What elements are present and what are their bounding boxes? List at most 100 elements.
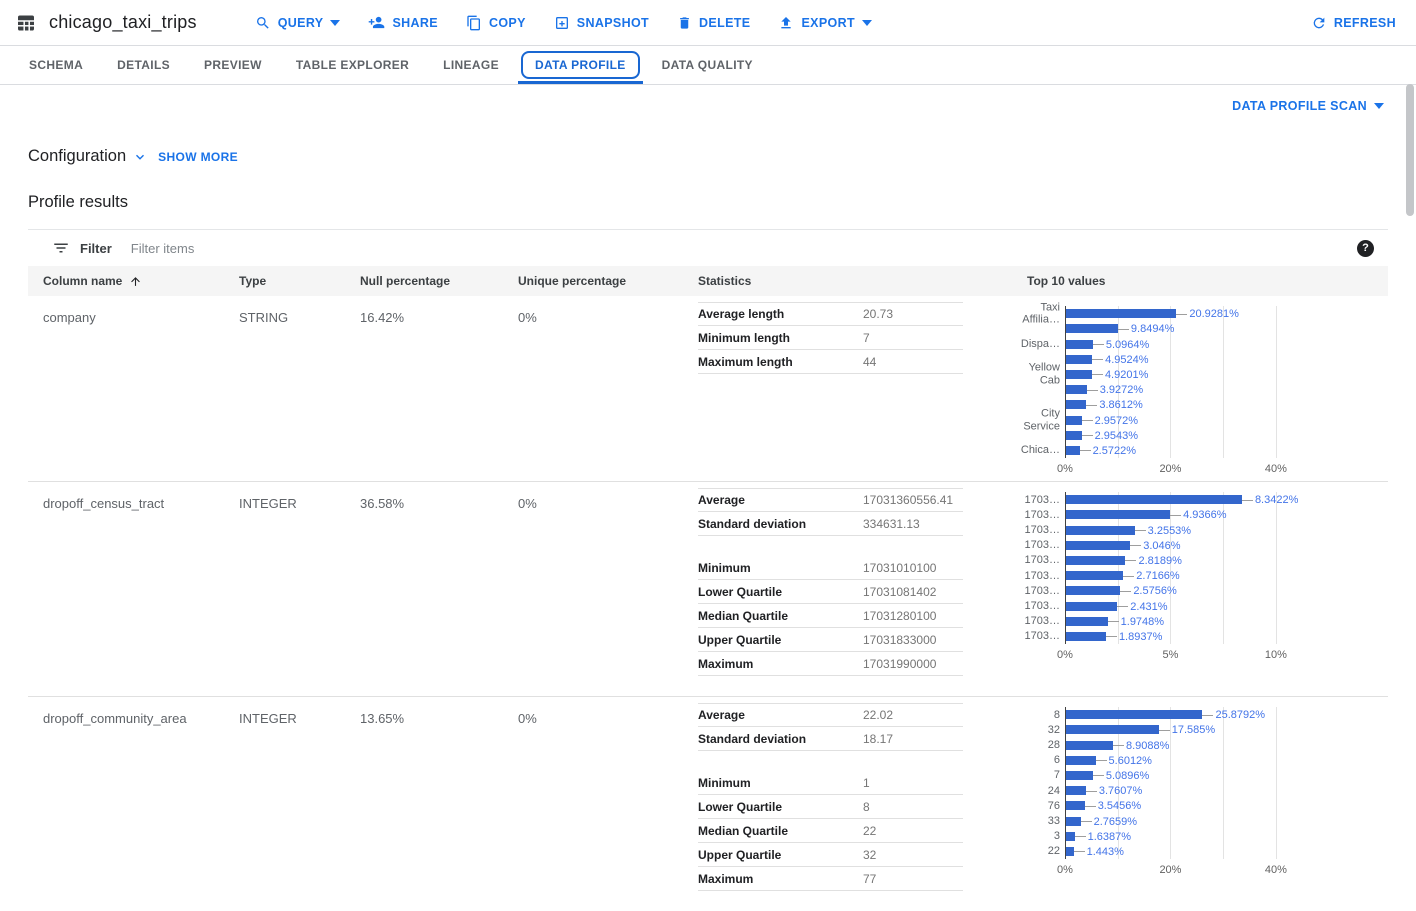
copy-label: COPY xyxy=(489,16,526,30)
stat-label: Lower Quartile xyxy=(698,585,863,599)
snapshot-button[interactable]: SNAPSHOT xyxy=(540,7,663,39)
tab-data-quality[interactable]: DATA QUALITY xyxy=(645,46,770,84)
column-header-column-name[interactable]: Column name xyxy=(43,274,239,288)
statistics-group: Minimum1Lower Quartile8Median Quartile22… xyxy=(698,771,963,891)
chart-bar xyxy=(1066,385,1087,394)
filter-input[interactable] xyxy=(129,240,1357,257)
caret-down-icon xyxy=(1374,103,1384,109)
vertical-scrollbar[interactable] xyxy=(1406,84,1414,216)
chart-value-leader-line xyxy=(1086,405,1097,406)
chart-value-label: 8.3422% xyxy=(1255,494,1298,506)
table-icon xyxy=(16,13,36,33)
chart-category-label: 24 xyxy=(1048,784,1060,797)
chart-category-label: Dispa… xyxy=(1021,338,1060,351)
chart-category-label: 1703… xyxy=(1025,585,1060,598)
stat-label: Minimum xyxy=(698,561,863,575)
sort-ascending-icon xyxy=(129,275,142,288)
stat-value: 32 xyxy=(863,848,876,862)
chart-bar xyxy=(1066,400,1086,409)
caret-down-icon xyxy=(862,20,872,26)
chart-bar xyxy=(1066,324,1118,333)
chart-axis-tick-label: 10% xyxy=(1265,649,1287,661)
export-button[interactable]: EXPORT xyxy=(764,7,886,39)
chart-bar xyxy=(1066,817,1081,826)
chart-value-label: 2.5722% xyxy=(1093,445,1136,457)
tab-schema[interactable]: SCHEMA xyxy=(12,46,100,84)
tab-details[interactable]: DETAILS xyxy=(100,46,187,84)
chart-value-leader-line xyxy=(1159,730,1170,731)
column-header-label: Null percentage xyxy=(360,274,450,288)
column-header-type: Type xyxy=(239,274,360,288)
tab-lineage[interactable]: LINEAGE xyxy=(426,46,516,84)
chart-value-label: 25.8792% xyxy=(1215,709,1265,721)
tab-table-explorer[interactable]: TABLE EXPLORER xyxy=(279,46,426,84)
tab-label: DATA QUALITY xyxy=(662,58,753,72)
share-button[interactable]: SHARE xyxy=(354,6,452,39)
export-icon xyxy=(778,15,794,31)
chart-value-leader-line xyxy=(1170,515,1181,516)
tab-label: PREVIEW xyxy=(204,58,262,72)
chart-plot-area: 25.8792%17.585%8.9088%5.6012%5.0896%3.76… xyxy=(1065,707,1297,859)
chart-value-leader-line xyxy=(1092,374,1103,375)
chart-value-leader-line xyxy=(1130,545,1141,546)
cell-column-name: dropoff_census_tract xyxy=(43,482,239,696)
chart-axis-tick-label: 40% xyxy=(1265,864,1287,876)
chart-value-label: 3.046% xyxy=(1143,540,1180,552)
chart-category-label: 1703… xyxy=(1025,630,1060,643)
title-group: chicago_taxi_trips xyxy=(16,12,197,33)
stat-row: Maximum length44 xyxy=(698,350,963,374)
tab-data-profile[interactable]: DATA PROFILE xyxy=(516,46,645,84)
refresh-button[interactable]: REFRESH xyxy=(1297,7,1400,39)
chart-bar xyxy=(1066,370,1092,379)
table-row: dropoff_census_tractINTEGER36.58%0%Avera… xyxy=(28,482,1388,697)
chart-gridline xyxy=(1276,306,1277,458)
chart-category-label: 22 xyxy=(1048,845,1060,858)
delete-label: DELETE xyxy=(699,16,750,30)
chart-value-label: 2.7166% xyxy=(1136,570,1179,582)
statistics-group: Average22.02Standard deviation18.17 xyxy=(698,703,963,751)
chart-bar xyxy=(1066,710,1202,719)
chart-value-leader-line xyxy=(1106,636,1117,637)
query-button[interactable]: QUERY xyxy=(241,7,355,39)
stat-value: 1 xyxy=(863,776,870,790)
stat-row: Maximum17031990000 xyxy=(698,652,963,676)
chart-category-label: 1703… xyxy=(1025,509,1060,522)
chevron-down-icon[interactable] xyxy=(133,150,147,164)
chart-bar xyxy=(1066,602,1117,611)
copy-button[interactable]: COPY xyxy=(452,7,540,39)
search-icon xyxy=(255,15,271,31)
statistics-group: Average17031360556.41Standard deviation3… xyxy=(698,488,963,536)
chart-value-label: 2.7659% xyxy=(1094,816,1137,828)
chart-x-axis: 0%20%40% xyxy=(1065,864,1297,880)
chart-value-label: 17.585% xyxy=(1172,724,1215,736)
chart-value-label: 3.9272% xyxy=(1100,384,1143,396)
help-icon[interactable]: ? xyxy=(1357,240,1374,257)
stat-row: Minimum length7 xyxy=(698,326,963,350)
chart-bar xyxy=(1066,340,1093,349)
chart-axis-tick-label: 5% xyxy=(1163,649,1179,661)
table-row: dropoff_community_areaINTEGER13.65%0%Ave… xyxy=(28,697,1388,911)
tab-preview[interactable]: PREVIEW xyxy=(187,46,279,84)
cell-type: INTEGER xyxy=(239,482,360,696)
show-more-button[interactable]: SHOW MORE xyxy=(154,148,242,166)
configuration-title: Configuration xyxy=(28,147,126,166)
data-profile-scan-button[interactable]: DATA PROFILE SCAN xyxy=(1228,93,1388,119)
snapshot-icon xyxy=(554,15,570,31)
table-header-row: Column nameTypeNull percentageUnique per… xyxy=(28,266,1388,296)
delete-button[interactable]: DELETE xyxy=(663,7,764,39)
caret-down-icon xyxy=(330,20,340,26)
filter-label: Filter xyxy=(80,241,112,256)
chart-value-label: 8.9088% xyxy=(1126,740,1169,752)
chart-value-label: 3.7607% xyxy=(1099,785,1142,797)
chart-axis-tick-label: 40% xyxy=(1265,463,1287,475)
statistics-table: Average22.02Standard deviation18.17 Minim… xyxy=(698,703,963,891)
chart-value-leader-line xyxy=(1113,745,1124,746)
chart-gridline xyxy=(1276,492,1277,644)
stat-label: Standard deviation xyxy=(698,732,863,746)
chart-value-label: 20.9281% xyxy=(1189,308,1239,320)
chart-value-label: 9.8494% xyxy=(1131,323,1174,335)
delete-icon xyxy=(677,15,692,31)
chart-value-label: 5.0964% xyxy=(1106,339,1149,351)
chart-value-leader-line xyxy=(1120,591,1131,592)
snapshot-label: SNAPSHOT xyxy=(577,16,649,30)
